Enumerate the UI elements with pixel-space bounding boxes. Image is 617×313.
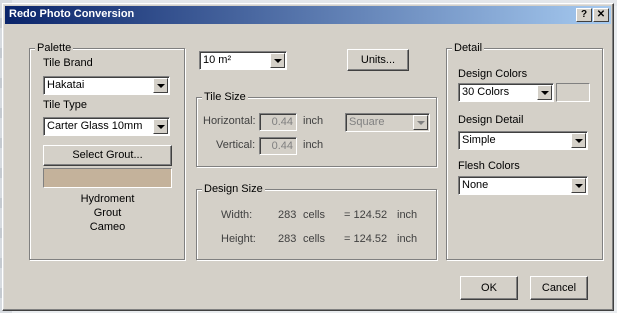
- units-button-label: Units...: [360, 54, 396, 66]
- grout-info-line-2: Grout: [93, 207, 122, 219]
- design-size-legend: Design Size: [202, 183, 265, 195]
- help-button[interactable]: ?: [576, 8, 592, 22]
- help-icon: ?: [580, 9, 588, 20]
- chevron-down-icon[interactable]: [270, 53, 285, 68]
- flesh-colors-value: None: [462, 179, 489, 191]
- ok-button-label: OK: [481, 282, 497, 294]
- width-cells: 283: [278, 209, 297, 221]
- chevron-down-icon[interactable]: [153, 78, 168, 93]
- chevron-down-icon[interactable]: [153, 119, 168, 134]
- palette-legend: Palette: [35, 42, 74, 54]
- flesh-colors-label: Flesh Colors: [458, 160, 520, 172]
- tile-shape-value: Square: [349, 116, 385, 128]
- select-grout-label: Select Grout...: [72, 149, 143, 161]
- units-button[interactable]: Units...: [347, 49, 409, 71]
- width-inches: = 124.52: [344, 209, 388, 221]
- area-select[interactable]: 10 m²: [199, 51, 287, 70]
- height-inches: = 124.52: [344, 233, 388, 245]
- detail-legend: Detail: [452, 42, 485, 54]
- tile-brand-label: Tile Brand: [43, 57, 93, 69]
- tile-brand-select[interactable]: Hakatai: [43, 76, 170, 95]
- chevron-down-icon[interactable]: [571, 178, 586, 193]
- tile-type-select[interactable]: Carter Glass 10mm: [43, 117, 170, 136]
- design-colors-select[interactable]: 30 Colors: [458, 83, 554, 102]
- close-button[interactable]: ✕: [593, 8, 609, 22]
- tile-brand-value: Hakatai: [47, 79, 85, 91]
- design-detail-value: Simple: [462, 134, 496, 146]
- height-cells-unit: cells: [303, 233, 326, 245]
- width-cells-unit: cells: [303, 209, 326, 221]
- horizontal-unit: inch: [303, 115, 324, 127]
- tile-type-label: Tile Type: [43, 99, 88, 111]
- tile-shape-select[interactable]: Square: [345, 113, 430, 132]
- tile-size-legend: Tile Size: [202, 91, 248, 103]
- ok-button[interactable]: OK: [460, 276, 518, 300]
- horizontal-size-input[interactable]: 0.44: [259, 113, 297, 131]
- design-size-group: Design Size: [196, 183, 437, 260]
- area-value: 10 m²: [203, 54, 232, 66]
- height-cells: 283: [278, 233, 297, 245]
- vertical-size-input[interactable]: 0.44: [259, 137, 297, 155]
- chevron-down-icon[interactable]: [571, 133, 586, 148]
- redo-photo-conversion-dialog: Redo Photo Conversion ? ✕ Palette Tile B…: [2, 3, 614, 311]
- grout-info-line-1: Hydroment: [80, 193, 135, 205]
- tile-type-value: Carter Glass 10mm: [47, 120, 143, 132]
- horizontal-label: Horizontal:: [203, 115, 256, 127]
- dialog-title: Redo Photo Conversion: [9, 8, 135, 20]
- grout-info-line-3: Cameo: [89, 221, 126, 233]
- design-colors-label: Design Colors: [458, 68, 528, 80]
- design-colors-preview: [556, 83, 590, 102]
- height-label: Height:: [221, 233, 256, 245]
- cancel-button-label: Cancel: [541, 282, 577, 294]
- vertical-label: Vertical:: [216, 139, 256, 151]
- close-icon: ✕: [596, 9, 606, 20]
- chevron-down-icon[interactable]: [413, 115, 428, 130]
- horizontal-size-value: 0.44: [271, 116, 293, 128]
- flesh-colors-select[interactable]: None: [458, 176, 588, 195]
- chevron-down-icon[interactable]: [537, 85, 552, 100]
- vertical-size-value: 0.44: [271, 140, 293, 152]
- vertical-unit: inch: [303, 139, 324, 151]
- design-detail-label: Design Detail: [458, 114, 524, 126]
- design-colors-value: 30 Colors: [462, 86, 510, 98]
- height-inches-unit: inch: [397, 233, 418, 245]
- title-bar[interactable]: Redo Photo Conversion ? ✕: [5, 6, 611, 24]
- tile-size-group: Tile Size: [196, 91, 437, 167]
- grout-color-swatch: [43, 168, 172, 188]
- width-inches-unit: inch: [397, 209, 418, 221]
- width-label: Width:: [221, 209, 253, 221]
- select-grout-button[interactable]: Select Grout...: [43, 145, 172, 166]
- design-detail-select[interactable]: Simple: [458, 131, 588, 150]
- cancel-button[interactable]: Cancel: [530, 276, 588, 300]
